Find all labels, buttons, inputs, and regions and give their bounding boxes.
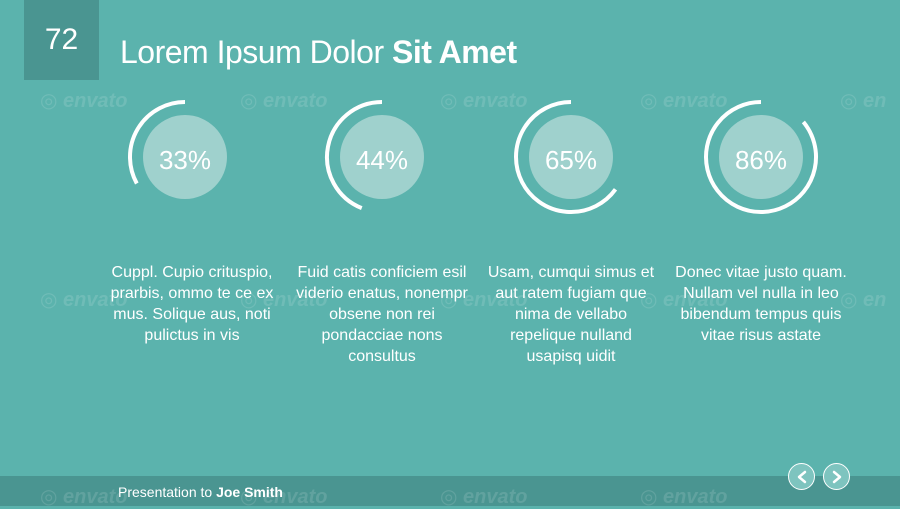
slide-title: Lorem Ipsum Dolor Sit Amet [120, 32, 517, 72]
stat-percentage: 86% [734, 144, 788, 175]
slide-number: 72 [24, 0, 99, 80]
next-slide-button[interactable] [823, 463, 850, 490]
chevron-left-icon [797, 470, 806, 483]
presenter-name: Joe Smith [216, 484, 283, 500]
stat-description: Cuppl. Cupio crituspio, prarbis, ommo te… [110, 264, 274, 344]
slide-title-regular: Lorem Ipsum Dolor [120, 34, 392, 70]
stat-donut: 44% [287, 100, 477, 220]
stat-donut: 86% [666, 100, 856, 220]
stat-description: Usam, cumqui simus et aut ratem fugiam q… [487, 264, 655, 365]
slide-title-bold: Sit Amet [391, 34, 517, 70]
stat-description: Fuid catis conficiem esil viderio enatus… [296, 264, 468, 365]
stat-percentage: 44% [355, 144, 409, 175]
chevron-right-icon [832, 470, 841, 483]
stat-donut: 65% [476, 100, 666, 220]
credit-prefix: Presentation to [118, 484, 217, 500]
stat-description: Donec vitae justo quam. Nullam vel nulla… [675, 264, 847, 344]
stat-percentage: 65% [544, 144, 598, 175]
presentation-credit: Presentation to Joe Smith [118, 484, 283, 500]
stat-percentage: 33% [158, 144, 212, 175]
previous-slide-button[interactable] [788, 463, 815, 490]
stat-donut: 33% [90, 100, 280, 220]
